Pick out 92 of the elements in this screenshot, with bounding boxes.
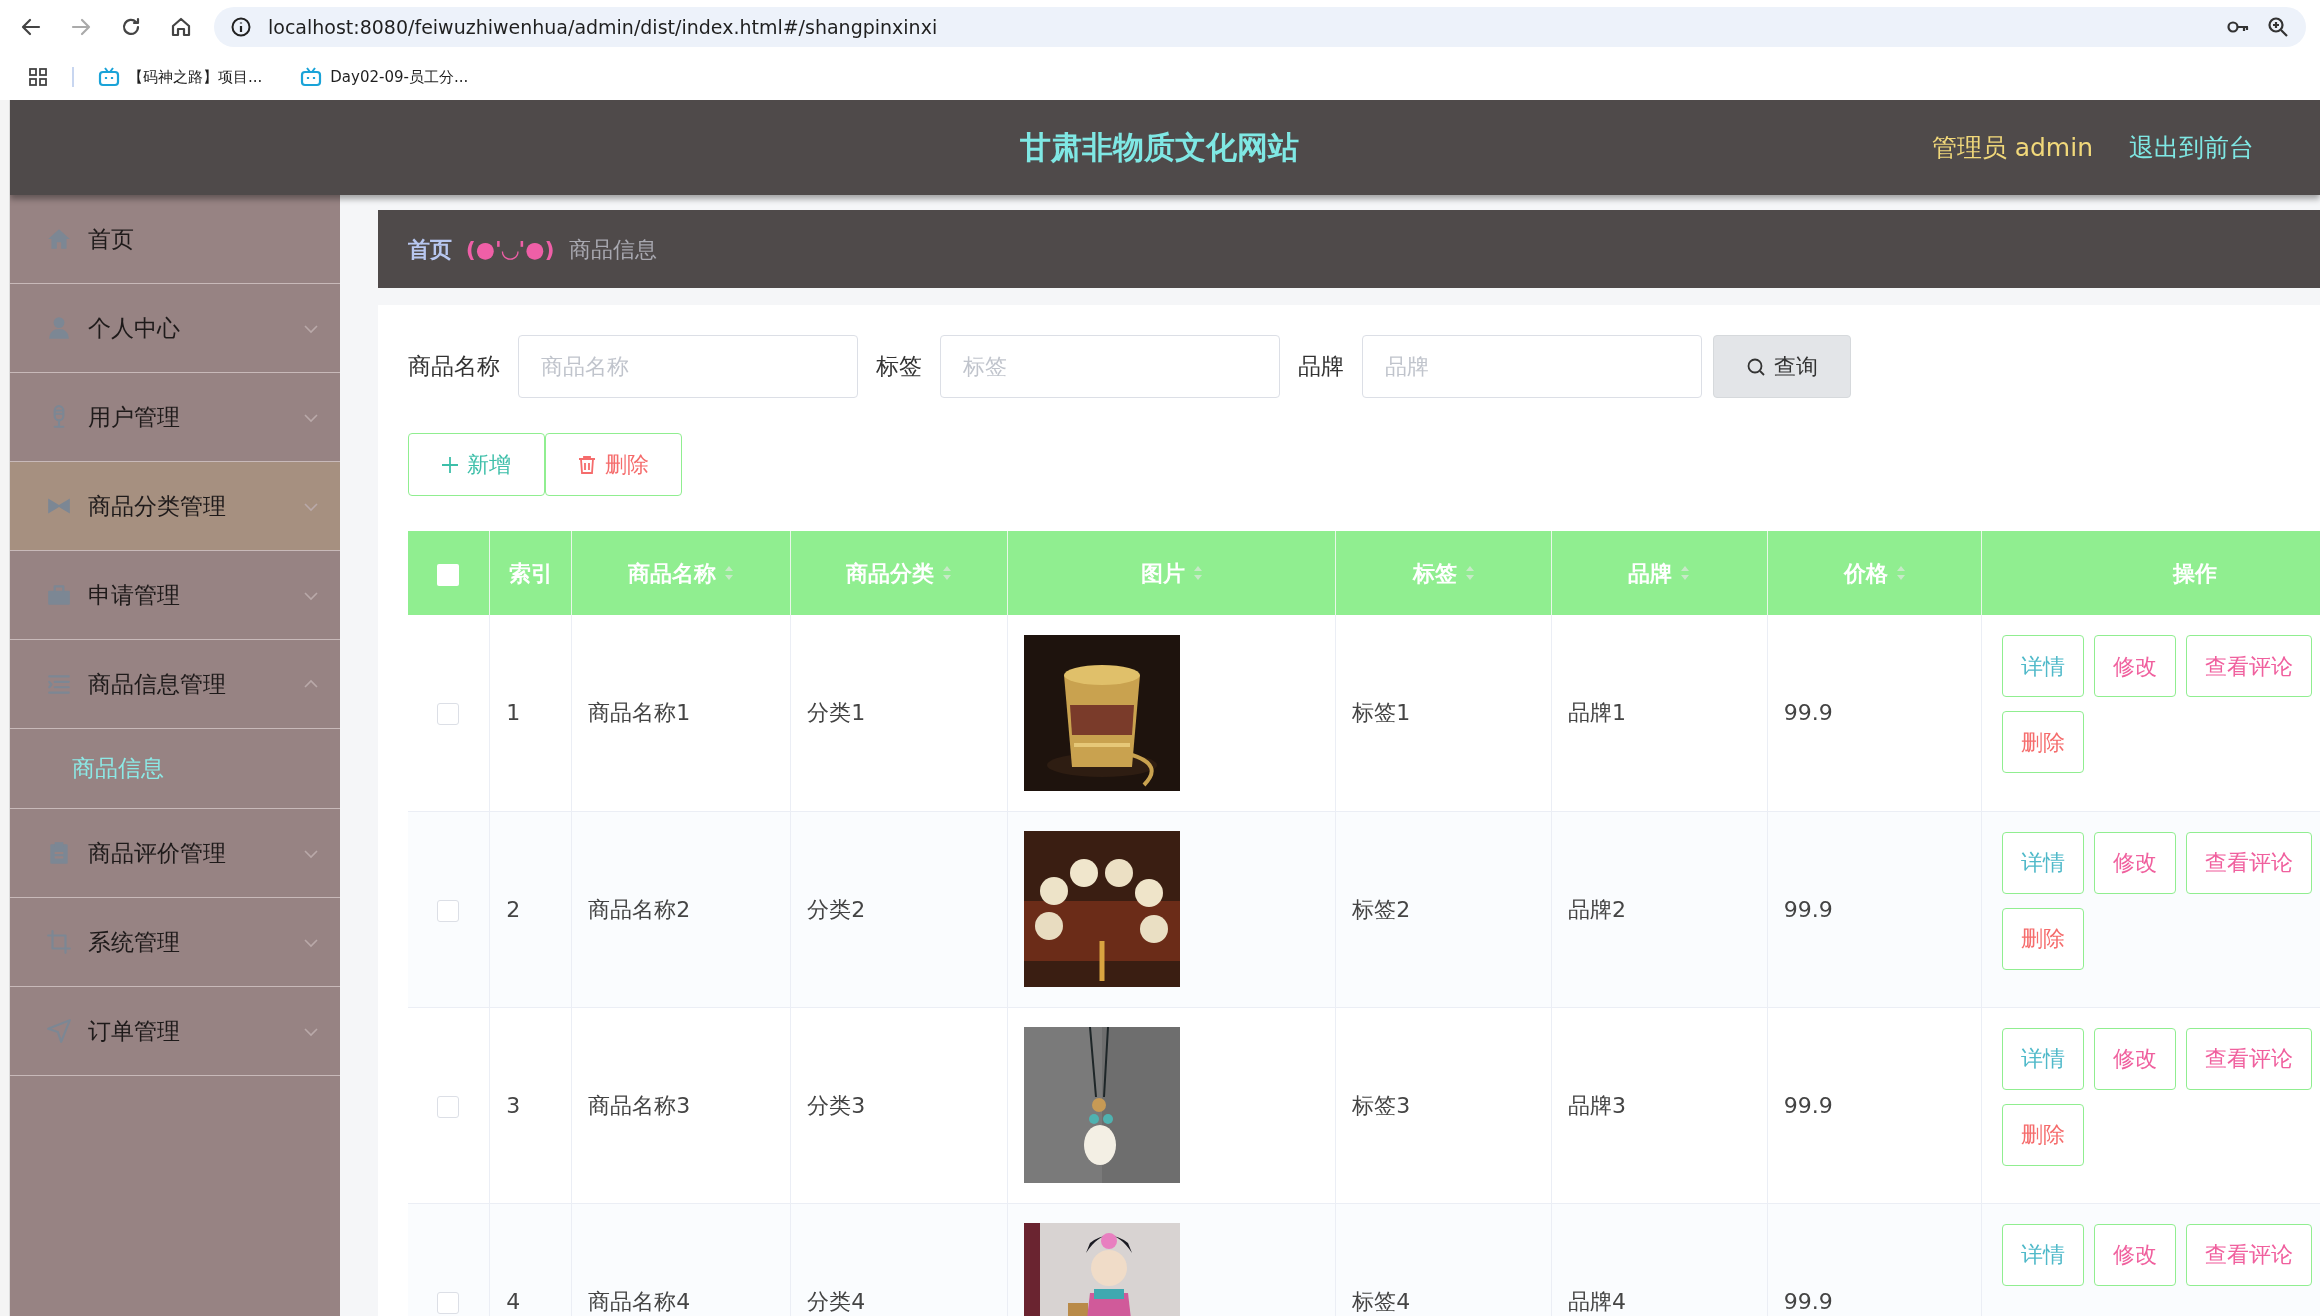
add-button[interactable]: 新增: [407, 433, 545, 496]
breadcrumb-separator: (●'◡'●): [465, 235, 555, 264]
breadcrumb-current: 商品信息: [568, 235, 657, 264]
row-checkbox[interactable]: [437, 899, 460, 922]
plus-icon: [441, 455, 460, 474]
delete-button[interactable]: 删除: [2002, 1103, 2085, 1166]
sort-icon: [1464, 565, 1475, 581]
tag-text: 标签2: [1352, 896, 1411, 922]
header-link[interactable]: 退出到前台: [2129, 128, 2254, 167]
tag-text: 标签1: [1352, 700, 1411, 726]
edit-button[interactable]: 修改: [2094, 635, 2177, 697]
briefcase-icon: [45, 582, 72, 608]
row-checkbox[interactable]: [437, 1095, 460, 1118]
edit-button[interactable]: 查看评论: [2186, 831, 2313, 894]
bookmark-link[interactable]: Day02-09-员工分...: [300, 65, 469, 89]
search-field[interactable]: 品牌: [1361, 335, 1702, 398]
zoom-icon[interactable]: [2266, 15, 2290, 39]
delete-button[interactable]: 删除: [544, 433, 682, 496]
detail-button[interactable]: 详情: [2002, 635, 2085, 697]
sidebar-item[interactable]: 商品评价管理: [9, 809, 340, 898]
row-index: 4: [506, 1288, 521, 1314]
select-all-checkbox[interactable]: [437, 563, 460, 586]
row-index: 1: [506, 700, 521, 726]
price-text: 99.9: [1783, 700, 1833, 726]
delete-button[interactable]: 删除: [2002, 711, 2085, 773]
sort-icon: [724, 565, 735, 581]
crop-icon: [45, 929, 72, 955]
sort-icon: [942, 565, 953, 581]
product-name: 商品名称3: [588, 1092, 691, 1118]
edit-button[interactable]: 修改: [2094, 1223, 2177, 1286]
sidebar-item[interactable]: 订单管理: [9, 987, 340, 1076]
site-title: 甘肃非物质文化网站: [1020, 128, 1300, 168]
edit-button[interactable]: 查看评论: [2186, 1027, 2313, 1090]
address-bar[interactable]: localhost:8080/feiwuzhiwenhua/admin/dist/index.html#/shangpinxinxi: [214, 7, 2306, 47]
price-text: 99.9: [1783, 1092, 1833, 1118]
search-field[interactable]: 商品名称: [517, 335, 858, 398]
brand-text: 品牌1: [1568, 700, 1627, 726]
bookmark-link[interactable]: 【码神之路】项目...: [98, 65, 263, 89]
product-name: 商品名称1: [588, 700, 691, 726]
admin-user: 管理员 admin: [1931, 131, 2093, 164]
send-icon: [45, 1018, 72, 1044]
detail-button[interactable]: 详情: [2002, 831, 2085, 894]
sidebar-item[interactable]: 商品分类管理: [9, 462, 340, 551]
breadcrumb-home[interactable]: 首页: [407, 232, 452, 266]
row-checkbox[interactable]: [437, 703, 460, 726]
sort-icon: [1895, 565, 1906, 581]
search-label: 标签: [875, 352, 922, 382]
product-name: 商品名称4: [588, 1288, 691, 1314]
apps-icon[interactable]: [28, 67, 48, 87]
column-header: 操作: [2172, 559, 2217, 588]
column-header: 索引: [508, 559, 553, 588]
price-text: 99.9: [1783, 1288, 1833, 1314]
tv-icon: [98, 66, 120, 88]
edit-button[interactable]: 查看评论: [2186, 635, 2313, 697]
sort-icon: [1192, 565, 1203, 581]
category-text: 分类3: [807, 1092, 866, 1118]
brand-text: 品牌3: [1568, 1092, 1627, 1118]
sidebar-item[interactable]: 系统管理: [9, 898, 340, 987]
sidebar-item[interactable]: 首页: [9, 195, 340, 284]
trash-icon: [577, 454, 598, 475]
category-text: 分类1: [807, 700, 866, 726]
search-label: 商品名称: [407, 352, 500, 382]
row-index: 2: [506, 896, 521, 922]
product-name: 商品名称2: [588, 896, 691, 922]
info-icon: [230, 16, 252, 38]
sort-icon: [1680, 565, 1691, 581]
category-text: 分类4: [807, 1288, 866, 1314]
tag-text: 标签3: [1352, 1092, 1411, 1118]
search-button[interactable]: 查询: [1712, 335, 1851, 398]
sidebar-subitem[interactable]: 商品信息: [71, 751, 164, 786]
edit-button[interactable]: 修改: [2094, 1027, 2177, 1090]
delete-button[interactable]: 删除: [2002, 907, 2085, 970]
edit-button[interactable]: 修改: [2094, 831, 2177, 894]
category-text: 分类2: [807, 896, 866, 922]
detail-button[interactable]: 详情: [2002, 1223, 2085, 1286]
tv-icon: [300, 66, 323, 88]
sidebar-item[interactable]: 商品信息管理: [9, 640, 340, 729]
sidebar-item[interactable]: 申请管理: [9, 551, 340, 640]
search-icon: [1745, 356, 1766, 377]
search-field[interactable]: 标签: [939, 335, 1280, 398]
brand-text: 品牌4: [1568, 1288, 1627, 1314]
sidebar-item[interactable]: 个人中心: [9, 284, 340, 373]
tag-text: 标签4: [1352, 1288, 1411, 1314]
edit-button[interactable]: 查看评论: [2186, 1223, 2313, 1286]
price-text: 99.9: [1783, 896, 1833, 922]
row-checkbox[interactable]: [437, 1291, 460, 1314]
row-index: 3: [506, 1092, 521, 1118]
search-label: 品牌: [1297, 352, 1344, 382]
detail-button[interactable]: 详情: [2002, 1027, 2085, 1090]
home-icon: [169, 15, 193, 39]
brand-text: 品牌2: [1568, 896, 1627, 922]
url-text: localhost:8080/feiwuzhiwenhua/admin/dist/index.html#/shangpinxinxi: [268, 14, 939, 40]
